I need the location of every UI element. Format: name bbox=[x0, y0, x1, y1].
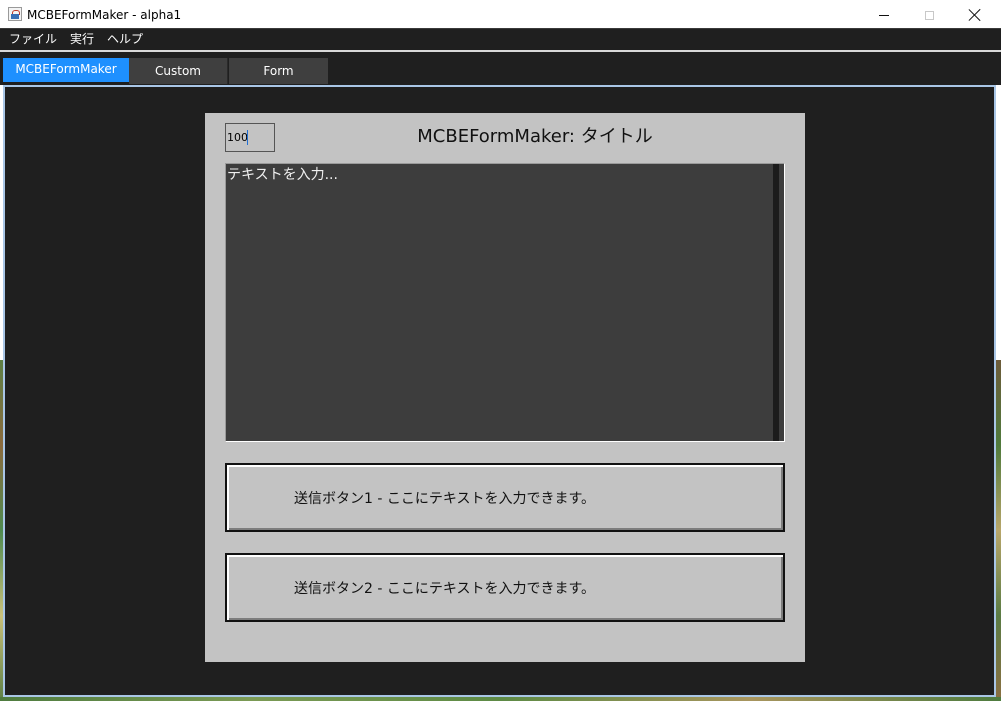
window-title: MCBEFormMaker - alpha1 bbox=[27, 8, 182, 22]
text-caret bbox=[247, 130, 248, 145]
close-button[interactable] bbox=[952, 0, 998, 30]
submit-button-1[interactable]: 送信ボタン1 - ここにテキストを入力できます。 bbox=[225, 463, 785, 532]
maximize-icon bbox=[924, 10, 934, 20]
minimize-button[interactable] bbox=[861, 0, 907, 30]
form-preview-panel: MCBEFormMaker: タイトル テキストを入力... 送信ボタン1 - … bbox=[205, 113, 805, 662]
form-title: MCBEFormMaker: タイトル bbox=[417, 126, 653, 147]
desktop-background-bottom bbox=[0, 697, 1001, 701]
tab-custom[interactable]: Custom bbox=[129, 58, 228, 84]
close-icon bbox=[969, 9, 981, 21]
tab-form[interactable]: Form bbox=[229, 58, 328, 84]
number-input[interactable] bbox=[225, 123, 275, 152]
minimize-icon bbox=[879, 14, 889, 16]
menu-help[interactable]: ヘルプ bbox=[107, 31, 143, 48]
menu-run[interactable]: 実行 bbox=[70, 31, 94, 48]
maximize-button[interactable] bbox=[906, 0, 952, 30]
content-textarea[interactable]: テキストを入力... bbox=[225, 163, 785, 442]
title-bar: MCBEFormMaker - alpha1 bbox=[0, 0, 1001, 30]
menu-file[interactable]: ファイル bbox=[9, 31, 57, 48]
java-app-icon[interactable] bbox=[8, 7, 22, 21]
submit-button-2[interactable]: 送信ボタン2 - ここにテキストを入力できます。 bbox=[225, 553, 785, 622]
desktop-background-right bbox=[996, 360, 1001, 701]
tab-strip: MCBEFormMaker Custom Form bbox=[0, 52, 1001, 85]
menu-bar: ファイル 実行 ヘルプ bbox=[0, 28, 1001, 50]
textarea-scrollbar[interactable] bbox=[773, 164, 779, 441]
tab-mcbeformmaker[interactable]: MCBEFormMaker bbox=[3, 58, 129, 82]
textarea-placeholder: テキストを入力... bbox=[227, 167, 338, 183]
